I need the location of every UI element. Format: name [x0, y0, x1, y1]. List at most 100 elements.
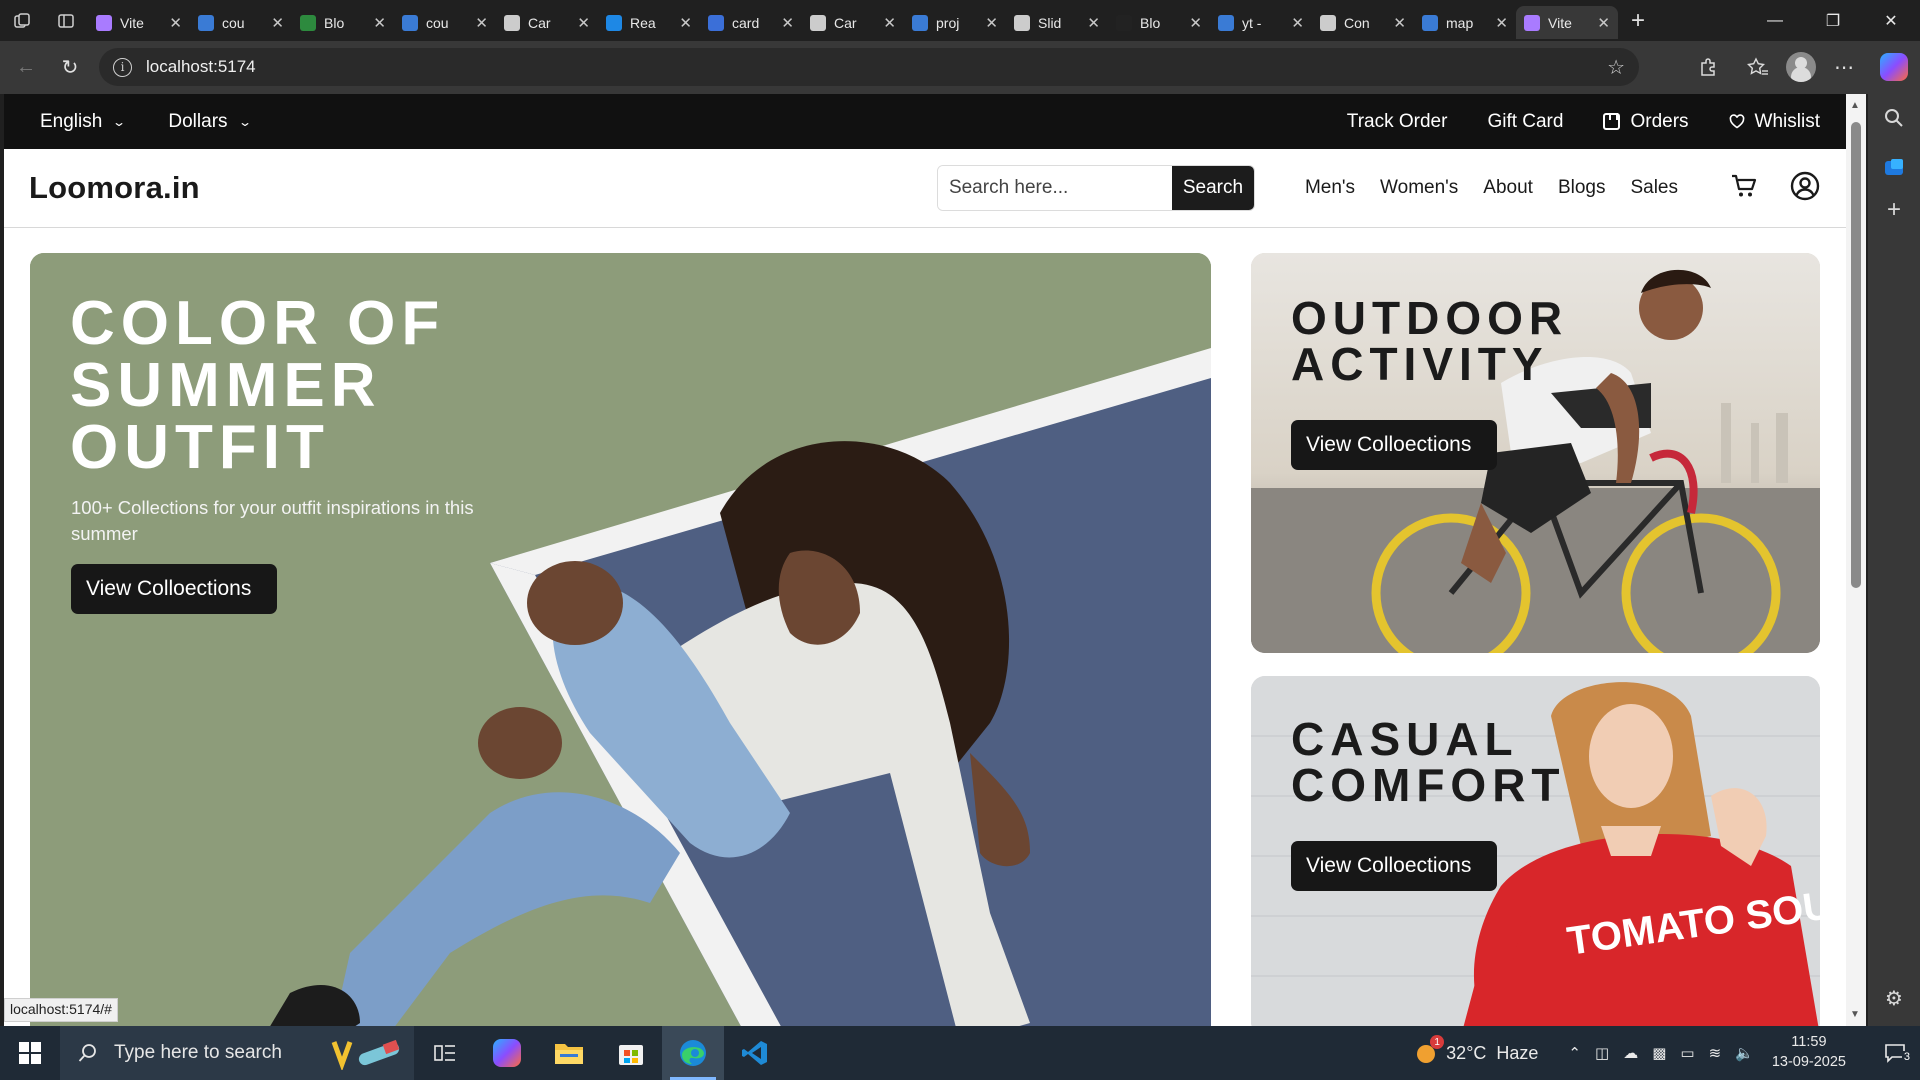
chevron-up-icon[interactable]: ⌃ [1568, 1044, 1581, 1062]
nav-sales[interactable]: Sales [1630, 177, 1678, 199]
nav-about[interactable]: About [1483, 177, 1533, 199]
site-logo[interactable]: Loomora.in [29, 170, 200, 206]
browser-tab[interactable]: Car ✕ [496, 6, 598, 39]
wifi-icon[interactable]: ≋ [1709, 1044, 1722, 1062]
close-tab-icon[interactable]: ✕ [985, 14, 998, 32]
scrollbar-thumb[interactable] [1851, 122, 1861, 588]
meet-now-icon[interactable]: ◫ [1595, 1044, 1609, 1062]
volume-icon[interactable]: 🔈 [1735, 1044, 1754, 1062]
monitor-icon[interactable]: ▩ [1652, 1044, 1666, 1062]
close-tab-icon[interactable]: ✕ [883, 14, 896, 32]
clock[interactable]: 11:59 13-09-2025 [1772, 1033, 1846, 1072]
task-view-icon[interactable] [414, 1026, 476, 1080]
browser-tab[interactable]: cou ✕ [394, 6, 496, 39]
wishlist-link[interactable]: Whislist [1729, 111, 1820, 133]
close-tab-icon[interactable]: ✕ [1189, 14, 1202, 32]
browser-tab[interactable]: Rea ✕ [598, 6, 700, 39]
close-tab-icon[interactable]: ✕ [1291, 14, 1304, 32]
browser-tab[interactable]: Blo ✕ [1108, 6, 1210, 39]
cart-icon[interactable] [1730, 173, 1758, 204]
restore-button[interactable]: ❐ [1804, 0, 1862, 41]
battery-icon[interactable]: ▭ [1680, 1044, 1694, 1062]
hero-view-collections-button[interactable]: View Colloections [71, 564, 277, 614]
close-tab-icon[interactable]: ✕ [475, 14, 488, 32]
search-icon [198, 14, 214, 31]
favorite-star-icon[interactable]: ☆ [1607, 55, 1625, 80]
browser-tab[interactable]: Slid ✕ [1006, 6, 1108, 39]
sidebar-settings-icon[interactable]: ⚙ [1880, 984, 1908, 1012]
notifications-icon[interactable]: 3 [1870, 1043, 1920, 1063]
nav-womens[interactable]: Women's [1380, 177, 1458, 199]
cloud-icon[interactable]: ☁ [1623, 1044, 1638, 1062]
profile-avatar[interactable] [1786, 52, 1816, 82]
add-sidebar-app-icon[interactable]: + [1880, 196, 1908, 224]
close-tab-icon[interactable]: ✕ [169, 14, 182, 32]
tab-actions-icon[interactable] [44, 0, 88, 41]
close-window-button[interactable]: ✕ [1862, 0, 1920, 41]
browser-tab[interactable]: yt - ✕ [1210, 6, 1312, 39]
nav-mens[interactable]: Men's [1305, 177, 1355, 199]
nav-icons [1730, 171, 1820, 206]
nav-blogs[interactable]: Blogs [1558, 177, 1606, 199]
outdoor-view-collections-button[interactable]: View Colloections [1291, 420, 1497, 470]
scroll-down-arrow[interactable]: ▼ [1850, 1009, 1860, 1020]
page-scrollbar[interactable]: ▲ ▼ [1846, 94, 1866, 1026]
site-info-icon[interactable]: i [113, 57, 132, 77]
scroll-up-arrow[interactable]: ▲ [1850, 100, 1860, 111]
search-input[interactable] [937, 166, 1172, 210]
browser-tab[interactable]: Car ✕ [802, 6, 904, 39]
vscode-icon[interactable] [724, 1026, 786, 1080]
close-tab-icon[interactable]: ✕ [679, 14, 692, 32]
browser-tab[interactable]: map ✕ [1414, 6, 1516, 39]
taskbar-search-box[interactable]: Type here to search [60, 1026, 414, 1080]
orders-link[interactable]: Orders [1603, 111, 1689, 133]
track-order-link[interactable]: Track Order [1347, 111, 1448, 133]
play-icon [606, 14, 622, 31]
address-bar[interactable]: i localhost:5174 ☆ [99, 48, 1639, 86]
close-tab-icon[interactable]: ✕ [577, 14, 590, 32]
refresh-button[interactable]: ↻ [48, 48, 92, 88]
microsoft-store-icon[interactable] [600, 1026, 662, 1080]
account-icon[interactable] [1790, 171, 1820, 206]
edge-browser-icon[interactable] [662, 1026, 724, 1080]
language-selector[interactable]: English ⌄ [40, 111, 126, 133]
close-tab-icon[interactable]: ✕ [781, 14, 794, 32]
box-icon [1603, 113, 1621, 130]
close-tab-icon[interactable]: ✕ [373, 14, 386, 32]
close-tab-icon[interactable]: ✕ [1495, 14, 1508, 32]
gift-card-link[interactable]: Gift Card [1487, 111, 1563, 133]
copilot-icon[interactable] [1880, 53, 1908, 81]
search-button[interactable]: Search [1171, 166, 1254, 210]
close-tab-icon[interactable]: ✕ [1393, 14, 1406, 32]
new-tab-button[interactable]: + [1618, 0, 1658, 41]
favorites-icon[interactable] [1736, 47, 1780, 87]
tab-title: yt - [1242, 14, 1262, 31]
close-tab-icon[interactable]: ✕ [1087, 14, 1100, 32]
file-explorer-icon[interactable] [538, 1026, 600, 1080]
browser-tab[interactable]: Vite ✕ [1516, 6, 1618, 39]
browser-tab[interactable]: Con ✕ [1312, 6, 1414, 39]
copilot-taskbar-icon[interactable] [476, 1026, 538, 1080]
workspaces-icon[interactable] [0, 0, 44, 41]
codepen-icon [810, 14, 826, 31]
windows-start-icon[interactable] [0, 1026, 60, 1080]
more-menu-icon[interactable]: ⋯ [1822, 47, 1866, 87]
close-tab-icon[interactable]: ✕ [271, 14, 284, 32]
nav-links: Men's Women's About Blogs Sales [1305, 177, 1678, 199]
weather-widget[interactable]: 1 32°C Haze [1414, 1035, 1538, 1065]
extensions-icon[interactable] [1686, 47, 1730, 87]
browser-tab[interactable]: cou ✕ [190, 6, 292, 39]
currency-selector[interactable]: Dollars ⌄ [168, 111, 251, 133]
weather-badge: 1 [1430, 1035, 1445, 1049]
back-button[interactable]: ← [4, 48, 48, 88]
minimize-button[interactable]: — [1746, 0, 1804, 41]
hero-heading: COLOR OF SUMMER OUTFIT [70, 289, 446, 482]
casual-view-collections-button[interactable]: View Colloections [1291, 841, 1497, 891]
browser-tab[interactable]: Vite ✕ [88, 6, 190, 39]
close-tab-icon[interactable]: ✕ [1597, 14, 1610, 32]
search-icon[interactable] [1880, 104, 1908, 132]
outlook-icon[interactable] [1880, 154, 1908, 182]
browser-tab[interactable]: Blo ✕ [292, 6, 394, 39]
browser-tab[interactable]: proj ✕ [904, 6, 1006, 39]
browser-tab[interactable]: card ✕ [700, 6, 802, 39]
